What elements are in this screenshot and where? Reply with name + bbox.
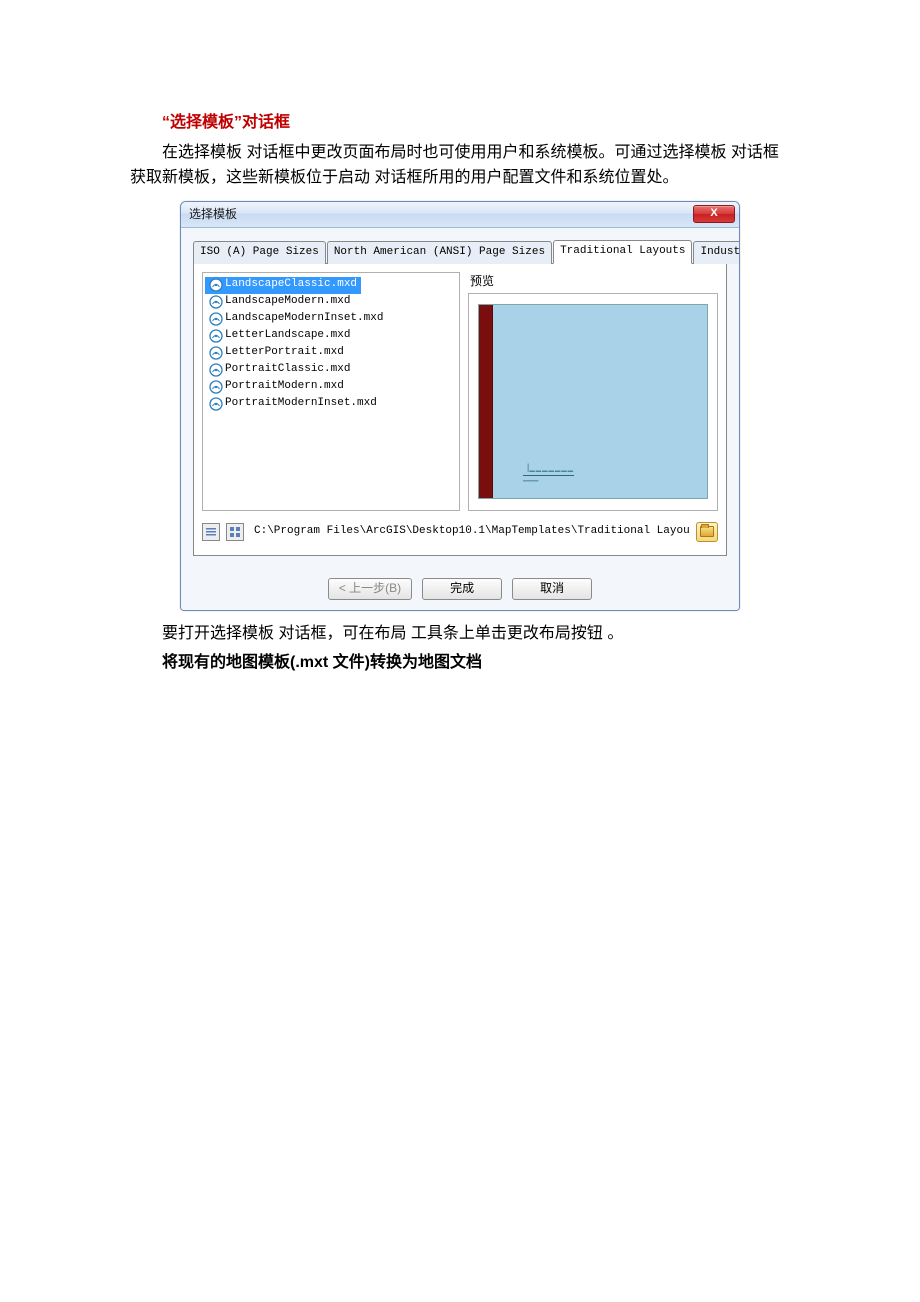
dialog-button-row: < 上一步(B) 完成 取消 (193, 578, 727, 600)
subheading-convert-mxt: 将现有的地图模板(.mxt 文件)转换为地图文档 (130, 650, 790, 676)
list-item-label: LandscapeModernInset.mxd (225, 310, 383, 328)
preview-column: 预览 ▕▁▁▁▁▁▁▁ ▁▁▁▁ (468, 272, 718, 511)
preview-subtitle-placeholder: ▁▁▁▁ (523, 475, 538, 483)
dialog-titlebar: 选择模板 X (181, 202, 739, 228)
list-item[interactable]: LandscapeClassic.mxd (205, 277, 361, 294)
dialog-body: ISO (A) Page Sizes North American (ANSI)… (181, 228, 739, 610)
list-item[interactable]: PortraitModernInset.mxd (205, 396, 381, 413)
mxd-file-icon (209, 312, 223, 326)
list-item-label: LandscapeClassic.mxd (225, 276, 357, 294)
select-template-dialog: 选择模板 X ISO (A) Page Sizes North American… (180, 201, 740, 611)
dialog-title: 选择模板 (189, 205, 693, 224)
list-item-label: LandscapeModern.mxd (225, 293, 350, 311)
tab-content: LandscapeClassic.mxd LandscapeModern.mxd (193, 264, 727, 556)
browse-folder-button[interactable] (696, 522, 718, 542)
paragraph-2: 要打开选择模板 对话框，可在布局 工具条上单击更改布局按钮 。 (130, 621, 790, 647)
mxd-file-icon (209, 380, 223, 394)
list-item[interactable]: PortraitClassic.mxd (205, 362, 354, 379)
list-item-label: PortraitModernInset.mxd (225, 395, 377, 413)
list-item[interactable]: LetterPortrait.mxd (205, 345, 348, 362)
view-thumbnails-icon[interactable] (226, 523, 244, 541)
mxd-file-icon (209, 295, 223, 309)
mxd-file-icon (209, 363, 223, 377)
list-item-label: LetterLandscape.mxd (225, 327, 350, 345)
list-item-label: PortraitModern.mxd (225, 378, 344, 396)
preview-title-placeholder: ▕▁▁▁▁▁▁▁ (523, 463, 574, 475)
template-path-display: C:\Program Files\ArcGIS\Desktop10.1\MapT… (250, 521, 690, 543)
list-item[interactable]: LandscapeModern.mxd (205, 294, 354, 311)
mxd-file-icon (209, 397, 223, 411)
mxd-file-icon (209, 346, 223, 360)
path-row: C:\Program Files\ArcGIS\Desktop10.1\MapT… (202, 521, 718, 543)
back-button[interactable]: < 上一步(B) (328, 578, 412, 600)
cancel-button[interactable]: 取消 (512, 578, 592, 600)
section-heading: “选择模板”对话框 (130, 110, 790, 136)
preview-main-area: ▕▁▁▁▁▁▁▁ ▁▁▁▁ (493, 305, 707, 498)
tab-strip: ISO (A) Page Sizes North American (ANSI)… (193, 244, 727, 264)
preview-box: ▕▁▁▁▁▁▁▁ ▁▁▁▁ (468, 293, 718, 511)
tab-iso-a[interactable]: ISO (A) Page Sizes (193, 241, 326, 264)
list-item[interactable]: LetterLandscape.mxd (205, 328, 354, 345)
finish-button[interactable]: 完成 (422, 578, 502, 600)
list-item-label: PortraitClassic.mxd (225, 361, 350, 379)
close-button[interactable]: X (693, 205, 735, 223)
folder-open-icon (700, 526, 714, 537)
layout-preview-thumbnail: ▕▁▁▁▁▁▁▁ ▁▁▁▁ (478, 304, 708, 499)
preview-sidebar-stripe (479, 305, 493, 498)
template-file-list[interactable]: LandscapeClassic.mxd LandscapeModern.mxd (202, 272, 460, 511)
list-item[interactable]: PortraitModern.mxd (205, 379, 348, 396)
mxd-file-icon (209, 329, 223, 343)
preview-label: 预览 (468, 272, 718, 291)
list-item[interactable]: LandscapeModernInset.mxd (205, 311, 387, 328)
tab-ansi[interactable]: North American (ANSI) Page Sizes (327, 241, 552, 264)
list-item-label: LetterPortrait.mxd (225, 344, 344, 362)
dialog-screenshot: 选择模板 X ISO (A) Page Sizes North American… (180, 201, 740, 611)
paragraph-1: 在选择模板 对话框中更改页面布局时也可使用用户和系统模板。可通过选择模板 对话框… (130, 140, 790, 191)
view-list-icon[interactable] (202, 523, 220, 541)
tab-industry[interactable]: Industr (693, 241, 740, 264)
tab-traditional[interactable]: Traditional Layouts (553, 240, 692, 264)
mxd-file-icon (209, 278, 223, 292)
close-icon: X (710, 205, 717, 223)
